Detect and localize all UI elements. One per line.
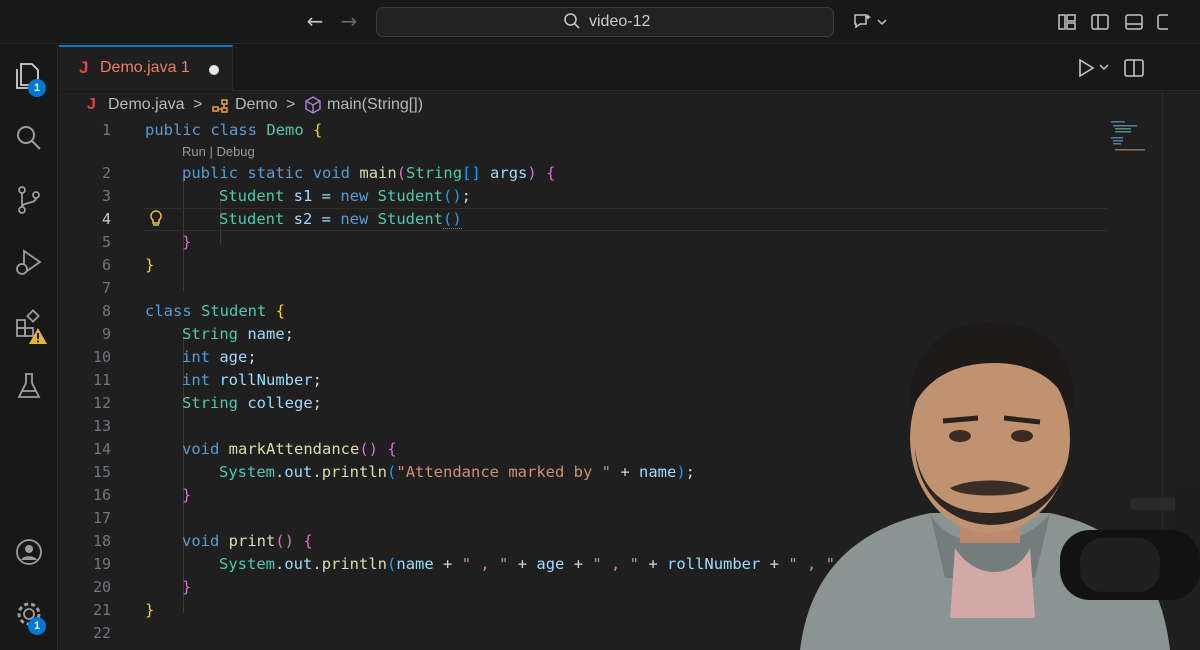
line-number: 4 — [101, 210, 111, 228]
line-number: 8 — [101, 302, 111, 320]
line-source: void print() { — [182, 532, 313, 550]
java-file-icon: J — [87, 96, 96, 113]
line-source: public static void main(String[] args) { — [182, 164, 556, 182]
line-source: } — [182, 578, 192, 596]
code-line: 6 } — [59, 254, 1200, 277]
toggle-secondary-sidebar-icon[interactable] — [1156, 12, 1168, 32]
settings-badge: 1 — [28, 617, 46, 635]
line-source: void markAttendance() { — [182, 440, 397, 458]
line-source: public class Demo { — [145, 121, 323, 139]
line-source: } — [182, 233, 192, 251]
line-source: Student s2 = new Student() — [219, 210, 462, 229]
line-source: } — [145, 601, 155, 619]
line-number: 22 — [92, 624, 111, 642]
line-number: 19 — [92, 555, 111, 573]
line-number: 7 — [101, 279, 111, 297]
search-icon[interactable] — [12, 121, 46, 155]
class-symbol-icon — [212, 99, 228, 113]
line-number: 11 — [92, 371, 111, 389]
line-number: 20 — [92, 578, 111, 596]
line-number: 2 — [101, 164, 111, 182]
lightbulb-icon[interactable] — [147, 209, 165, 229]
line-source: class Student { — [145, 302, 286, 320]
back-button[interactable]: ← — [302, 8, 328, 34]
activity-bar: 1 1 — [0, 45, 58, 650]
source-control-icon[interactable] — [12, 183, 46, 217]
line-source: System.out.println("Attendance marked by… — [219, 463, 696, 481]
tab-label: Demo.java 1 — [100, 59, 190, 76]
command-center-search[interactable]: video-12 — [376, 7, 834, 37]
java-file-icon: J — [79, 58, 89, 77]
line-number: 5 — [101, 233, 111, 251]
line-source: Student s1 = new Student(); — [219, 187, 472, 205]
breadcrumb-separator: > — [193, 96, 203, 113]
line-number: 14 — [92, 440, 111, 458]
split-editor-icon[interactable] — [1123, 57, 1145, 79]
line-number: 13 — [92, 417, 111, 435]
chevron-down-icon[interactable] — [876, 12, 888, 32]
chat-sparkle-icon[interactable] — [852, 12, 876, 32]
breadcrumb-method[interactable]: main(String[]) — [327, 96, 423, 114]
forward-button[interactable]: → — [336, 8, 362, 34]
code-line: 5 } — [59, 231, 1200, 254]
line-number: 21 — [92, 601, 111, 619]
line-source: int age; — [182, 348, 257, 366]
line-source: String college; — [182, 394, 323, 412]
line-number: 10 — [92, 348, 111, 366]
minimap[interactable] — [1109, 119, 1169, 159]
toggle-panel-icon[interactable] — [1124, 12, 1144, 32]
presenter-webcam-overlay — [800, 322, 1200, 650]
method-symbol-icon — [305, 96, 321, 114]
run-debug-icon[interactable] — [12, 245, 46, 279]
testing-flask-icon[interactable] — [12, 369, 46, 403]
line-number: 1 — [101, 121, 111, 139]
line-source: } — [145, 256, 155, 274]
breadcrumb-separator: > — [286, 96, 296, 113]
line-number: 6 — [101, 256, 111, 274]
warning-icon — [29, 328, 47, 344]
code-line: 2 public static void main(String[] args)… — [59, 162, 1200, 185]
line-number: 16 — [92, 486, 111, 504]
code-line: 1 public class Demo { — [59, 119, 1200, 142]
search-label: video-12 — [589, 13, 651, 30]
customize-layout-icon[interactable] — [1057, 12, 1077, 32]
line-number: 17 — [92, 509, 111, 527]
breadcrumb: J Demo.java > Demo > main(String[]) — [59, 92, 1159, 118]
code-line: 3 Student s1 = new Student(); — [59, 185, 1200, 208]
line-number: 18 — [92, 532, 111, 550]
search-icon — [564, 13, 580, 29]
line-number: 15 — [92, 463, 111, 481]
line-number: 9 — [101, 325, 111, 343]
toggle-sidebar-icon[interactable] — [1090, 12, 1110, 32]
breadcrumb-class[interactable]: Demo — [235, 96, 278, 114]
line-number: 12 — [92, 394, 111, 412]
codelens-run-debug[interactable]: Run | Debug — [182, 142, 255, 162]
code-line: 7 — [59, 277, 1200, 300]
line-source: String name; — [182, 325, 295, 343]
line-number: 3 — [101, 187, 111, 205]
run-button-icon[interactable] — [1075, 57, 1115, 79]
breadcrumb-file[interactable]: Demo.java — [108, 96, 184, 114]
line-source: int rollNumber; — [182, 371, 323, 389]
accounts-icon[interactable] — [12, 535, 46, 569]
explorer-badge: 1 — [28, 79, 46, 97]
line-source: } — [182, 486, 192, 504]
tab-demo-java[interactable]: J Demo.java 1 — [59, 45, 233, 91]
title-bar: ← → video-12 — [0, 0, 1200, 44]
unsaved-dot-icon[interactable] — [209, 65, 219, 75]
editor-tabs: J Demo.java 1 — [59, 45, 1200, 91]
code-line-active: 4 Student s2 = new Student() — [59, 208, 1200, 231]
